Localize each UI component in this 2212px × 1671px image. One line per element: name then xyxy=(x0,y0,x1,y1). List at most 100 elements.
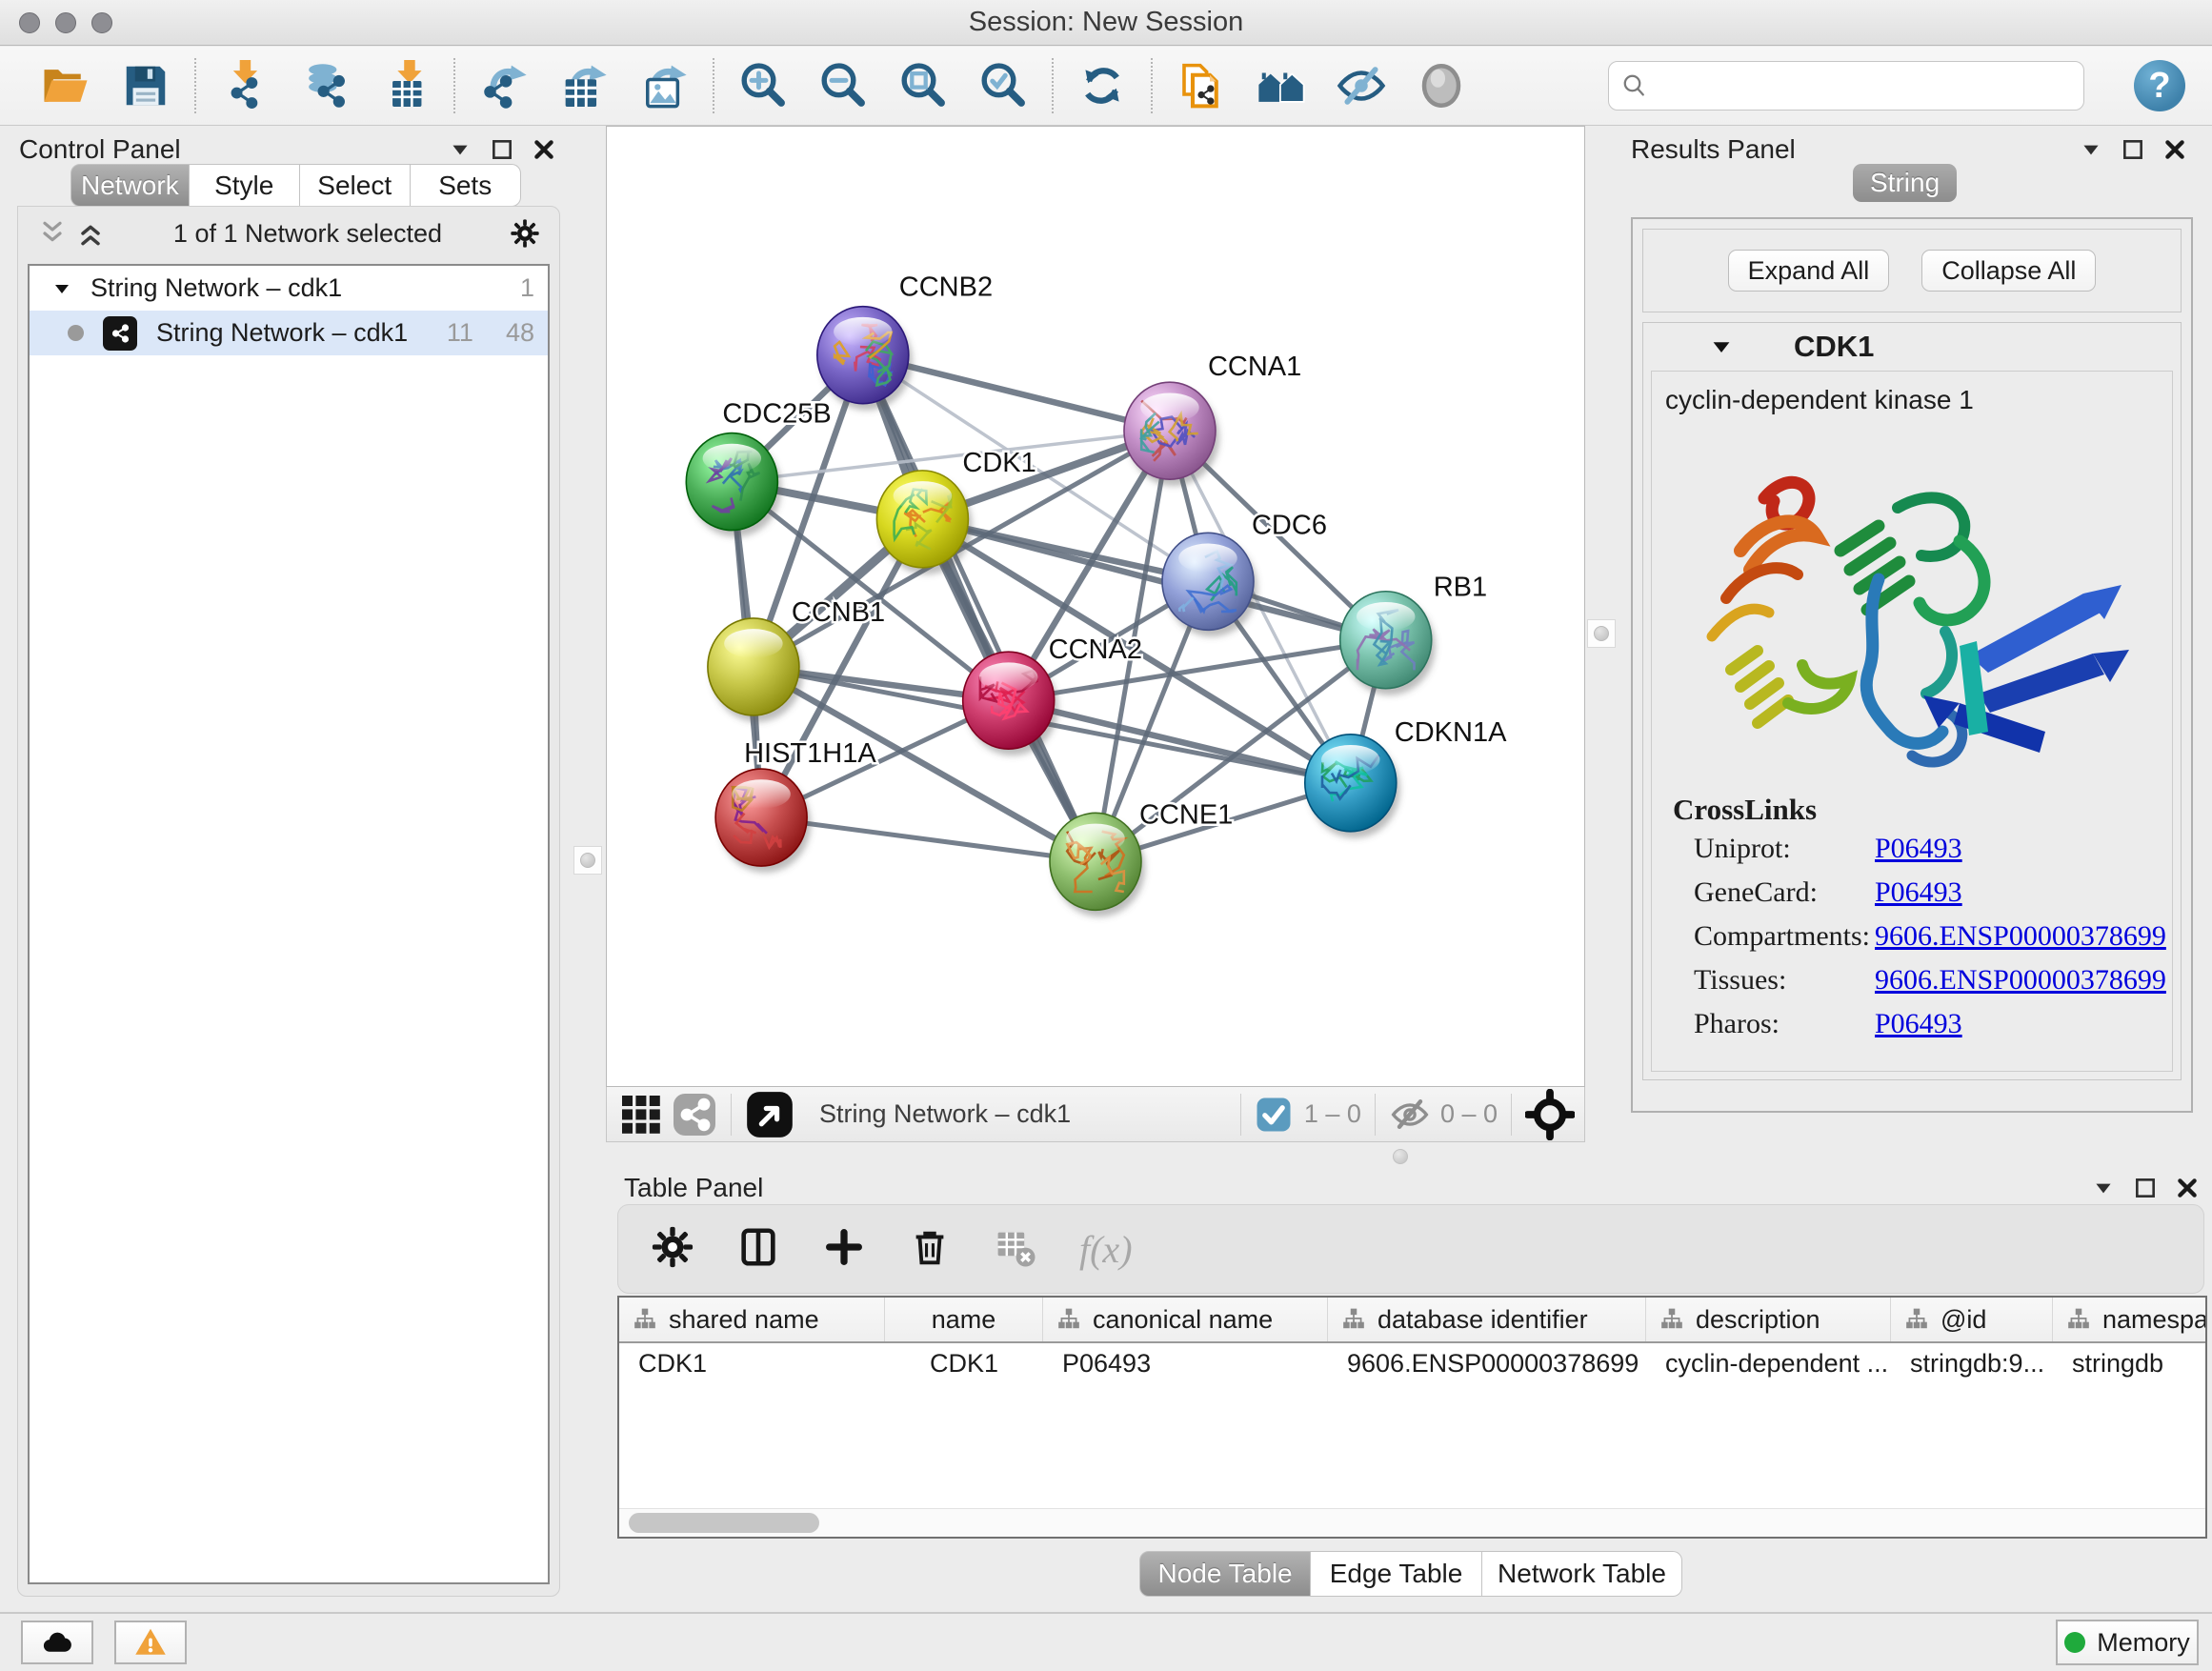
search-field[interactable] xyxy=(1608,61,2084,111)
crosslink-link[interactable]: P06493 xyxy=(1875,833,1962,865)
node-table[interactable]: shared namenamecanonical namedatabase id… xyxy=(617,1296,2207,1539)
node-CDKN1A[interactable]: CDKN1A xyxy=(1305,717,1507,838)
tab-string[interactable]: String xyxy=(1853,164,1957,202)
tab-edge-table[interactable]: Edge Table xyxy=(1311,1551,1482,1597)
grid-view-icon[interactable] xyxy=(618,1092,664,1137)
expand-all-networks-icon[interactable] xyxy=(71,214,110,252)
table-horizontal-scrollbar[interactable] xyxy=(619,1508,2205,1537)
node-CCNB2[interactable]: CCNB2 xyxy=(817,272,993,411)
node-RB1[interactable]: RB1 xyxy=(1340,573,1487,695)
horizontal-splitter-handle[interactable] xyxy=(1393,1149,1408,1164)
string-network-graph[interactable]: CCNB2 CCNA1 CDC25B CDK1 CDC6 RB1 CCNB1 C… xyxy=(607,127,1584,1086)
string-view-disabled-icon[interactable] xyxy=(672,1092,717,1137)
tab-sets[interactable]: Sets xyxy=(411,164,521,207)
cloud-button[interactable] xyxy=(21,1621,93,1664)
export-network-button[interactable] xyxy=(476,58,532,113)
memory-button[interactable]: Memory xyxy=(2056,1620,2199,1665)
table-cell[interactable]: 9606.ENSP00000378699 xyxy=(1328,1343,1646,1383)
node-HIST1H1A[interactable]: HIST1H1A xyxy=(715,738,876,873)
panel-close-icon[interactable] xyxy=(2175,1176,2200,1200)
fork-icon xyxy=(1056,1307,1081,1332)
node-CCNE1[interactable]: CCNE1 xyxy=(1050,799,1233,916)
column-header-name[interactable]: name xyxy=(885,1298,1043,1341)
string-document-button[interactable] xyxy=(1174,58,1229,113)
network-row-selected[interactable]: String Network – cdk1 11 48 xyxy=(30,311,548,355)
table-cell[interactable]: CDK1 xyxy=(885,1343,1043,1383)
import-network-database-button[interactable] xyxy=(297,58,352,113)
table-settings-button[interactable] xyxy=(651,1225,694,1274)
network-view-canvas[interactable]: CCNB2 CCNA1 CDC25B CDK1 CDC6 RB1 CCNB1 C… xyxy=(606,126,1585,1087)
zoom-selected-button[interactable] xyxy=(975,58,1031,113)
import-network-file-button[interactable] xyxy=(217,58,272,113)
tab-node-table[interactable]: Node Table xyxy=(1139,1551,1311,1597)
panel-close-icon[interactable] xyxy=(2162,137,2187,162)
show-columns-button[interactable] xyxy=(736,1225,780,1274)
table-cell[interactable]: stringdb:9... xyxy=(1891,1343,2053,1383)
column-header-description[interactable]: description xyxy=(1646,1298,1891,1341)
network-options-gear-icon[interactable] xyxy=(506,214,544,252)
export-table-button[interactable] xyxy=(556,58,612,113)
column-header--id[interactable]: @id xyxy=(1891,1298,2053,1341)
left-splitter-handle[interactable] xyxy=(573,846,602,875)
tab-network-table[interactable]: Network Table xyxy=(1482,1551,1682,1597)
tab-style[interactable]: Style xyxy=(190,164,300,207)
panel-float-icon[interactable] xyxy=(490,137,514,162)
hide-panel-button[interactable] xyxy=(1334,58,1389,113)
save-session-button[interactable] xyxy=(118,58,173,113)
edge-HIST1H1A-CCNE1[interactable] xyxy=(761,817,1096,861)
panel-float-icon[interactable] xyxy=(2121,137,2145,162)
collapse-all-networks-icon[interactable] xyxy=(33,214,71,252)
table-row[interactable]: CDK1CDK1P064939606.ENSP00000378699cyclin… xyxy=(619,1343,2205,1383)
column-header-shared-name[interactable]: shared name xyxy=(619,1298,885,1341)
panel-menu-icon[interactable] xyxy=(448,137,473,162)
panel-menu-icon[interactable] xyxy=(2091,1176,2116,1200)
right-splitter-handle[interactable] xyxy=(1587,619,1616,648)
node-CDC25B[interactable]: CDC25B xyxy=(686,399,831,537)
crosslink-link[interactable]: P06493 xyxy=(1875,1008,1962,1040)
column-header-database-identifier[interactable]: database identifier xyxy=(1328,1298,1646,1341)
column-header-namespace[interactable]: namespace xyxy=(2053,1298,2207,1341)
home-button[interactable] xyxy=(1254,58,1309,113)
expand-all-button[interactable]: Expand All xyxy=(1728,250,1890,292)
table-cell[interactable]: stringdb xyxy=(2053,1343,2207,1383)
function-builder-button[interactable]: f(x) xyxy=(1079,1227,1133,1272)
add-column-button[interactable] xyxy=(822,1225,866,1274)
gene-section-header[interactable]: CDK1 xyxy=(1643,323,2181,371)
tab-network[interactable]: Network xyxy=(70,164,190,207)
fit-selected-crosshair-icon[interactable] xyxy=(1525,1090,1575,1139)
crosslink-link[interactable]: 9606.ENSP00000378699 xyxy=(1875,964,2166,997)
column-header-canonical-name[interactable]: canonical name xyxy=(1043,1298,1328,1341)
help-icon[interactable]: ? xyxy=(2134,60,2185,111)
zoom-out-button[interactable] xyxy=(815,58,871,113)
collapse-section-icon[interactable] xyxy=(1710,335,1733,358)
table-cell[interactable]: CDK1 xyxy=(619,1343,885,1383)
zoom-in-button[interactable] xyxy=(735,58,791,113)
collapse-all-button[interactable]: Collapse All xyxy=(1921,250,2096,292)
open-session-button[interactable] xyxy=(38,58,93,113)
birdseye-toggle-icon[interactable] xyxy=(745,1090,794,1139)
crosslink-link[interactable]: 9606.ENSP00000378699 xyxy=(1875,920,2166,953)
table-cell[interactable]: P06493 xyxy=(1043,1343,1328,1383)
network-collection-row[interactable]: String Network – cdk1 1 xyxy=(30,266,548,311)
search-input[interactable] xyxy=(1649,67,2072,105)
delete-column-button[interactable] xyxy=(908,1225,952,1274)
delete-table-button[interactable] xyxy=(994,1225,1037,1274)
hidden-eye-slash-icon[interactable] xyxy=(1389,1094,1431,1136)
scrollbar-thumb[interactable] xyxy=(629,1513,819,1533)
panel-menu-icon[interactable] xyxy=(2079,137,2103,162)
selected-checkbox-icon[interactable] xyxy=(1255,1096,1293,1134)
panel-float-icon[interactable] xyxy=(2133,1176,2158,1200)
refresh-layout-button[interactable] xyxy=(1075,58,1130,113)
node-CCNA1[interactable]: CCNA1 xyxy=(1124,352,1301,486)
import-table-button[interactable] xyxy=(377,58,432,113)
warnings-button[interactable] xyxy=(114,1621,187,1664)
panel-close-icon[interactable] xyxy=(532,137,556,162)
tab-select[interactable]: Select xyxy=(300,164,411,207)
crosslink-link[interactable]: P06493 xyxy=(1875,876,1962,909)
birdseye-button[interactable] xyxy=(1414,58,1469,113)
export-image-button[interactable] xyxy=(636,58,692,113)
table-cell[interactable]: cyclin-dependent ... xyxy=(1646,1343,1891,1383)
node-CCNB1[interactable]: CCNB1 xyxy=(708,597,885,722)
tree-expand-icon[interactable] xyxy=(52,279,71,298)
zoom-fit-button[interactable] xyxy=(895,58,951,113)
